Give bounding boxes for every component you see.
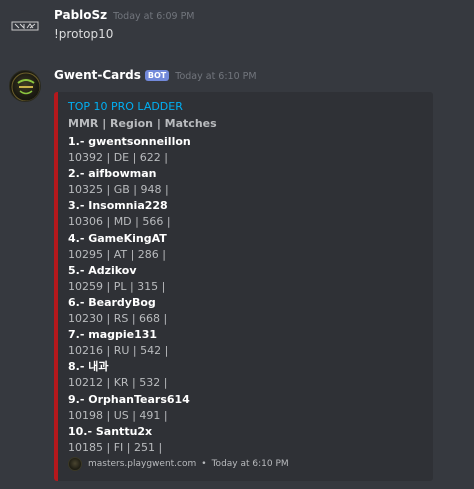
message-header: Gwent-Cards BOT Today at 6:10 PM — [54, 68, 257, 82]
embed-footer: masters.playgwent.com • Today at 6:10 PM — [68, 457, 289, 471]
ladder-entry-name: 6.- BeardyBog — [68, 295, 156, 309]
ladder-entry-name: 7.- magpie131 — [68, 328, 158, 342]
timestamp: Today at 6:10 PM — [175, 71, 257, 82]
ladder-entry-name: 3.- Insomnia228 — [68, 199, 168, 213]
footer-separator: • — [201, 459, 207, 469]
footer-timestamp: Today at 6:10 PM — [211, 459, 289, 469]
ladder-entry-name: 10.- Santtu2x — [68, 424, 153, 438]
gwent-logo-icon[interactable] — [9, 70, 41, 102]
username[interactable]: Gwent-Cards — [54, 68, 141, 82]
ladder-entry-name: 2.- aifbowman — [68, 167, 157, 181]
ladder-entry-stats: 10259 | PL | 315 | — [68, 279, 166, 293]
message-content: !protop10 — [54, 27, 114, 41]
timestamp: Today at 6:09 PM — [113, 11, 195, 22]
ladder-entry-stats: 10230 | RS | 668 | — [68, 312, 168, 326]
embed-field-name: MMR | Region | Matches — [68, 117, 217, 130]
pablo-logo-icon[interactable] — [9, 10, 41, 42]
ladder-entry-stats: 10306 | MD | 566 | — [68, 215, 171, 229]
ladder-entry-stats: 10325 | GB | 948 | — [68, 183, 169, 197]
ladder-entry-name: 1.- gwentsonneillon — [68, 135, 191, 148]
ladder-entry-stats: 10392 | DE | 622 | — [68, 151, 169, 165]
ladder-entry-stats: 10216 | RU | 542 | — [68, 344, 169, 358]
ladder-list: 1.- gwentsonneillon 10392 | DE | 622 | 2… — [68, 134, 191, 456]
bot-badge: BOT — [144, 70, 170, 81]
gwent-footer-icon — [68, 457, 82, 471]
ladder-entry-stats: 10295 | AT | 286 | — [68, 247, 166, 261]
footer-text: masters.playgwent.com — [88, 459, 197, 469]
ladder-entry-stats: 10212 | KR | 532 | — [68, 376, 168, 390]
ladder-entry-stats: 10198 | US | 491 | — [68, 408, 168, 422]
message-header: PabloSz Today at 6:09 PM — [54, 8, 195, 22]
ladder-entry-name: 5.- Adzikov — [68, 263, 137, 277]
ladder-entry-stats: 10185 | FI | 251 | — [68, 440, 163, 454]
ladder-entry-name: 9.- OrphanTears614 — [68, 392, 190, 406]
username[interactable]: PabloSz — [54, 8, 107, 22]
embed: TOP 10 PRO LADDER MMR | Region | Matches… — [54, 92, 433, 481]
embed-title[interactable]: TOP 10 PRO LADDER — [68, 100, 183, 113]
ladder-entry-name: 4.- GameKingAT — [68, 231, 167, 245]
ladder-entry-name: 8.- 내과 — [68, 360, 109, 374]
